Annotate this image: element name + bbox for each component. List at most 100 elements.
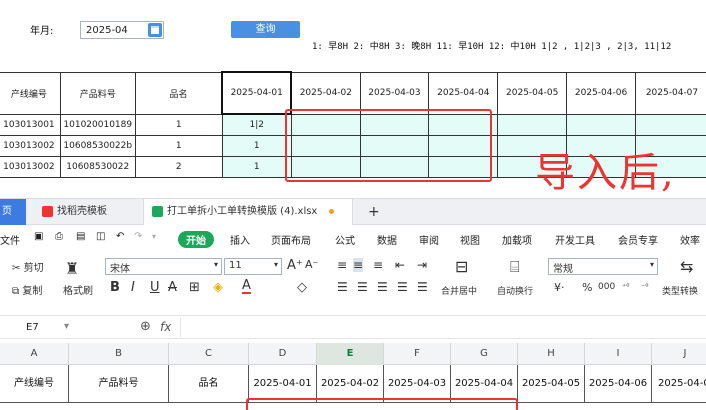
formula-input[interactable]	[180, 318, 706, 337]
align-center-icon[interactable]: ☰	[357, 280, 368, 294]
redo-icon[interactable]: ↷	[134, 231, 142, 242]
type-convert-icon[interactable]: ⇆	[680, 257, 693, 276]
increase-decimal-icon[interactable]: ⁺⁰	[622, 282, 629, 291]
menu-insert[interactable]: 插入	[230, 232, 250, 247]
align-top-icon[interactable]: ≡	[337, 258, 347, 272]
tab-workbook[interactable]: 打工单拆小工单转换模版 (4).xlsx	[143, 199, 353, 225]
more-icon[interactable]: ▾	[152, 232, 156, 241]
cell[interactable]: 101020010189	[59, 113, 136, 136]
column-i[interactable]: I	[585, 343, 652, 365]
tab-home[interactable]: 页	[0, 199, 26, 225]
year-month-input[interactable]: 2025-04	[80, 21, 164, 39]
align-left-icon[interactable]: ☰	[337, 280, 348, 294]
strikethrough-icon[interactable]: A	[168, 280, 177, 295]
column-e[interactable]: E	[317, 343, 384, 365]
wrap-button[interactable]: 自动换行	[497, 284, 533, 297]
justify-icon[interactable]: ☰	[397, 280, 408, 294]
cut-button[interactable]: ✂ 剪切	[12, 259, 44, 274]
cell[interactable]	[497, 113, 568, 136]
wrap-icon[interactable]: ⌸	[510, 257, 520, 277]
cell[interactable]: 103013002	[0, 134, 61, 157]
new-tab-button[interactable]: +	[360, 199, 380, 225]
tab-templates[interactable]: 找稻壳模板	[34, 199, 134, 225]
percent-button[interactable]: %	[582, 281, 592, 294]
function-icon[interactable]: fx	[160, 320, 171, 334]
menu-efficiency[interactable]: 效率	[680, 232, 700, 247]
cell[interactable]: 2025-04-06	[585, 365, 652, 403]
shrink-font-icon[interactable]: A⁻	[305, 258, 318, 271]
menu-review[interactable]: 审阅	[419, 232, 439, 247]
column-h[interactable]: H	[518, 343, 585, 365]
font-color-icon[interactable]: A	[242, 279, 251, 294]
cell[interactable]: 1	[221, 155, 292, 178]
menu-layout[interactable]: 页面布局	[271, 232, 311, 247]
menu-file[interactable]: 文件	[0, 232, 20, 247]
outdent-icon[interactable]: ⇥	[417, 258, 427, 272]
cell[interactable]: 2	[134, 155, 223, 178]
clear-icon[interactable]: ◇	[297, 280, 307, 295]
column-a[interactable]: A	[0, 343, 69, 365]
undo-icon[interactable]: ↶	[116, 231, 124, 242]
menu-member[interactable]: 会员专享	[618, 232, 658, 247]
menu-view[interactable]: 视图	[460, 232, 480, 247]
column-j[interactable]: J	[652, 343, 706, 365]
cell-reference[interactable]: E7	[26, 322, 39, 333]
cell[interactable]: 1	[221, 134, 292, 157]
border-icon[interactable]: ⊞	[189, 280, 200, 295]
align-bottom-icon[interactable]: ≡	[373, 258, 383, 272]
cell[interactable]: 1|2	[221, 113, 292, 136]
menu-start[interactable]: 开始	[178, 231, 214, 248]
merge-icon[interactable]: ⊟	[455, 257, 468, 276]
query-button[interactable]: 查询	[231, 21, 300, 38]
zoom-icon[interactable]: ⊕	[140, 319, 151, 334]
menu-dev[interactable]: 开发工具	[555, 232, 595, 247]
menu-formula[interactable]: 公式	[335, 232, 355, 247]
cell[interactable]: 103013002	[0, 155, 61, 178]
cell[interactable]	[566, 113, 636, 136]
column-g[interactable]: G	[451, 343, 518, 365]
grow-font-icon[interactable]: A⁺	[287, 258, 303, 273]
cell[interactable]: 1	[134, 113, 223, 136]
cell[interactable]: 10608530022b	[59, 134, 136, 157]
column-c[interactable]: C	[169, 343, 249, 365]
cell[interactable]: 品名	[169, 365, 249, 403]
print-icon[interactable]: ⎙	[55, 231, 63, 242]
fill-color-icon[interactable]: ◈	[213, 280, 223, 295]
bold-icon[interactable]: B	[110, 280, 120, 295]
column-d[interactable]: D	[249, 343, 317, 365]
column-b[interactable]: B	[69, 343, 169, 365]
type-convert-button[interactable]: 类型转换	[662, 284, 698, 297]
menu-addin[interactable]: 加载项	[502, 232, 532, 247]
menu-data[interactable]: 数据	[377, 232, 397, 247]
cell[interactable]: 产品料号	[69, 365, 169, 403]
distribute-icon[interactable]: ☰	[417, 280, 428, 294]
thousands-button[interactable]: 000	[598, 282, 615, 292]
cell[interactable]: 产线编号	[0, 365, 69, 403]
cell[interactable]: 10608530022	[59, 155, 136, 178]
font-size-select[interactable]: 11 ▾	[224, 258, 282, 275]
number-format-select[interactable]: 常规 ▾	[548, 258, 658, 275]
cell[interactable]	[634, 113, 706, 136]
italic-icon[interactable]: I	[131, 280, 135, 295]
chevron-down-icon[interactable]: ▾	[64, 321, 69, 332]
align-middle-icon[interactable]: ≡	[353, 258, 364, 272]
currency-icon[interactable]: ¥·	[554, 281, 565, 294]
column-f[interactable]: F	[384, 343, 451, 365]
cell[interactable]: 1	[134, 134, 223, 157]
cell[interactable]: 2025-04-0	[652, 365, 706, 403]
font-select[interactable]: 宋体 ▾	[105, 258, 222, 275]
align-right-icon[interactable]: ☰	[377, 280, 388, 294]
preview-icon[interactable]: ◫	[96, 231, 105, 242]
calendar-icon[interactable]	[148, 23, 162, 37]
cell[interactable]: 103013001	[0, 113, 61, 136]
format-painter-label[interactable]: 格式刷	[63, 282, 93, 297]
decrease-decimal-icon[interactable]: ⁻⁰	[641, 282, 648, 291]
cell[interactable]: 2025-04-05	[518, 365, 585, 403]
indent-icon[interactable]: ⇤	[395, 258, 405, 272]
underline-icon[interactable]: U	[150, 280, 160, 295]
format-painter-icon[interactable]: ♜	[65, 259, 79, 278]
save-icon[interactable]: ▣	[34, 231, 43, 242]
merge-button[interactable]: 合并居中	[441, 284, 477, 297]
export-icon[interactable]: ▤	[76, 231, 85, 242]
copy-button[interactable]: ⧉ 复制	[12, 282, 42, 297]
